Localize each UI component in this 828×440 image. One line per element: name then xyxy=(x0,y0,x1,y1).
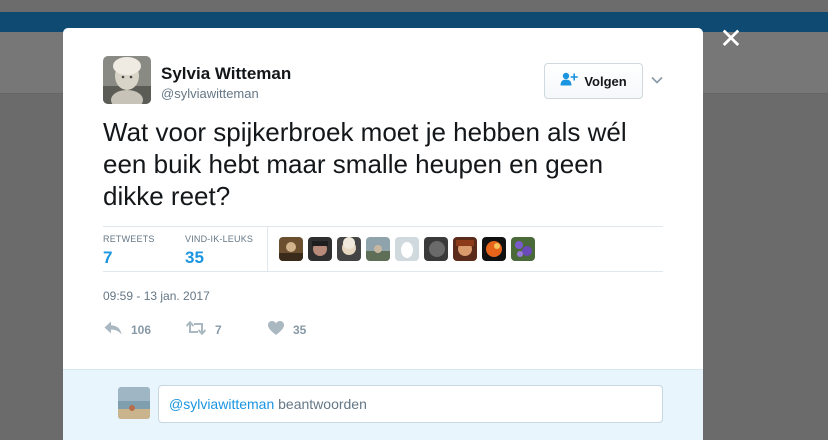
liker-avatar[interactable] xyxy=(308,237,332,261)
author-handle[interactable]: @sylviawitteman xyxy=(161,86,259,101)
like-count: 35 xyxy=(293,323,307,337)
retweets-value: 7 xyxy=(103,248,113,267)
retweets-stat[interactable]: RETWEETS 7 xyxy=(103,234,155,268)
likers-list xyxy=(279,237,535,261)
tweet-text: Wat voor spijkerbroek moet je hebben als… xyxy=(103,117,627,211)
reply-count: 106 xyxy=(131,323,152,337)
tweet-timestamp[interactable]: 09:59 - 13 jan. 2017 xyxy=(103,289,210,303)
reply-action[interactable]: 106 xyxy=(103,320,185,341)
retweets-label: RETWEETS xyxy=(103,234,155,244)
likes-label: VIND-IK-LEUKS xyxy=(185,234,254,244)
like-action[interactable]: 35 xyxy=(267,320,349,341)
likes-stat[interactable]: VIND-IK-LEUKS 35 xyxy=(185,234,253,268)
retweet-count: 7 xyxy=(215,323,222,337)
liker-avatar[interactable] xyxy=(279,237,303,261)
user-avatar xyxy=(118,387,150,419)
reply-mention: @sylviawitteman xyxy=(169,396,275,412)
reply-area: @sylviawitteman beantwoorden xyxy=(63,369,703,440)
avatar[interactable] xyxy=(103,56,151,104)
heart-icon xyxy=(267,320,285,341)
follow-label: Volgen xyxy=(584,73,627,89)
liker-avatar[interactable] xyxy=(424,237,448,261)
page-topbar xyxy=(0,0,828,12)
liker-avatar[interactable] xyxy=(482,237,506,261)
tweet-stats: RETWEETS 7 VIND-IK-LEUKS 35 xyxy=(103,226,663,272)
liker-avatar[interactable] xyxy=(366,237,390,261)
add-user-icon xyxy=(560,72,579,91)
liker-avatar[interactable] xyxy=(395,237,419,261)
tweet-actions: 106 7 35 xyxy=(103,318,349,342)
chevron-down-icon[interactable] xyxy=(649,72,665,88)
reply-placeholder: beantwoorden xyxy=(274,396,367,412)
retweet-icon xyxy=(185,320,207,341)
reply-icon xyxy=(103,320,123,341)
follow-button[interactable]: Volgen xyxy=(544,63,643,99)
liker-avatar[interactable] xyxy=(337,237,361,261)
liker-avatar[interactable] xyxy=(511,237,535,261)
tweet-modal: Sylvia Witteman @sylviawitteman Volgen W… xyxy=(63,28,703,440)
author-name[interactable]: Sylvia Witteman xyxy=(161,64,291,84)
close-icon[interactable]: ✕ xyxy=(716,24,746,54)
retweet-action[interactable]: 7 xyxy=(185,320,267,341)
reply-input[interactable]: @sylviawitteman beantwoorden xyxy=(158,385,663,423)
stats-divider xyxy=(267,227,268,272)
likes-value: 35 xyxy=(185,248,204,267)
liker-avatar[interactable] xyxy=(453,237,477,261)
